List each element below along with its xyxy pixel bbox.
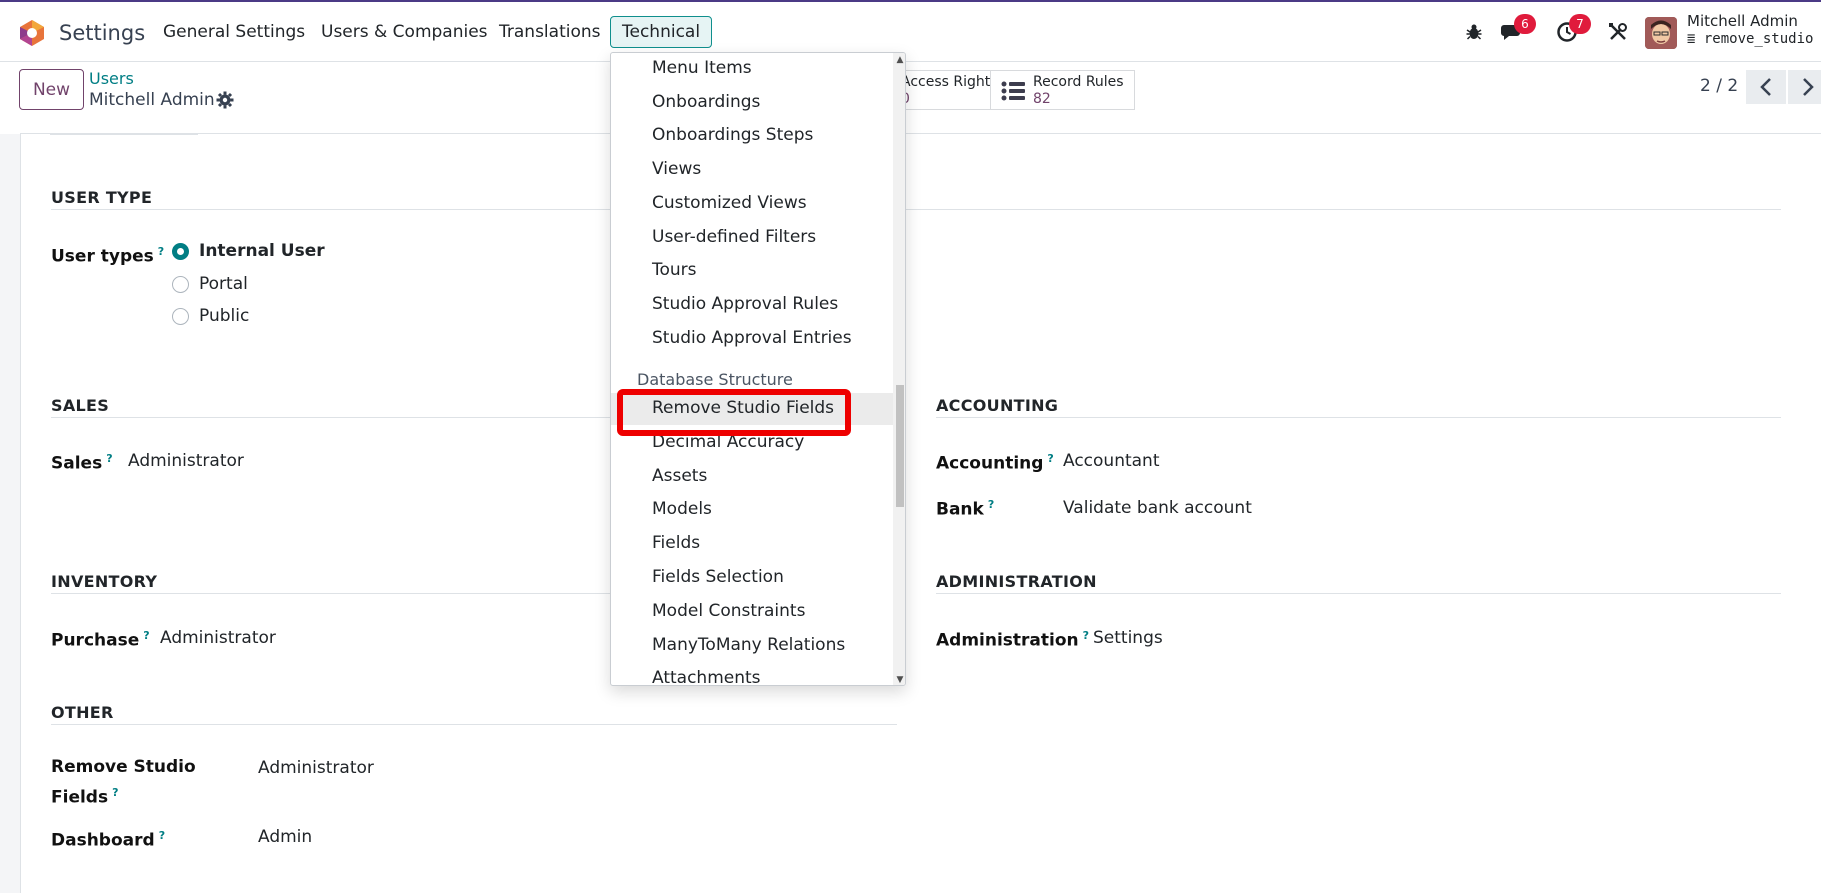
dropdown-scrollbar[interactable]: ▲ ▼ [893,53,905,685]
dropdown-item-assets[interactable]: Assets [611,461,893,493]
record-rules-count: 82 [1033,91,1051,107]
dropdown-item-model-constraints[interactable]: Model Constraints [611,596,893,628]
help-icon[interactable]: ? [106,452,112,465]
section-title-user-type: USER TYPE [51,188,153,207]
bug-icon[interactable] [1462,20,1486,44]
menu-users-companies[interactable]: Users & Companies [310,16,499,48]
field-label-remove-studio-fields: Remove Studio Fields? [51,757,196,808]
breadcrumb-users[interactable]: Users [89,69,134,88]
field-value-sales[interactable]: Administrator [128,451,244,471]
field-label-dashboard: Dashboard? [51,829,166,851]
dropdown-section-header: Database Structure [637,370,793,389]
dropdown-item-remove-studio-fields[interactable]: Remove Studio Fields [611,393,893,425]
pager-value[interactable]: 2 / 2 [1700,76,1738,96]
dropdown-item-tours[interactable]: Tours [611,255,893,287]
odoo-logo-icon[interactable] [18,19,46,47]
radio-internal-user[interactable]: Internal User [172,241,325,261]
radio-button[interactable] [172,307,189,325]
dropdown-item-views[interactable]: Views [611,154,893,186]
section-divider [936,593,1781,594]
menu-general-settings[interactable]: General Settings [152,16,316,48]
notebook-tab-indicator [50,133,198,135]
section-title-accounting: ACCOUNTING [936,396,1059,415]
clock-icon[interactable]: 7 [1555,14,1591,44]
field-label-administration: Administration? [936,629,1090,651]
radio-portal[interactable]: Portal [172,274,248,294]
access-rights-label: Access Rights [901,74,998,90]
radio-button[interactable] [172,275,189,293]
messages-badge: 6 [1514,14,1536,34]
dropdown-item-studio-approval-entries[interactable]: Studio Approval Entries [611,323,893,355]
field-value-dashboard[interactable]: Admin [258,827,312,847]
database-name: ≣ remove_studio [1687,31,1814,47]
scroll-down-icon[interactable]: ▼ [893,673,905,685]
dropdown-item-attachments[interactable]: Attachments [611,663,893,685]
dropdown-item-customized-views[interactable]: Customized Views [611,188,893,220]
dropdown-item-menu-items[interactable]: Menu Items [611,53,893,85]
dropdown-item-fields-selection[interactable]: Fields Selection [611,562,893,594]
breadcrumb-current: Mitchell Admin [89,90,215,110]
record-rules-button[interactable]: Record Rules 82 [990,70,1135,110]
help-icon[interactable]: ? [1047,452,1053,465]
user-name[interactable]: Mitchell Admin [1687,12,1798,30]
scrollbar-thumb[interactable] [896,385,904,507]
help-icon[interactable]: ? [988,498,994,511]
help-icon[interactable]: ? [158,245,164,258]
field-label-sales: Sales? [51,452,113,474]
field-label-bank: Bank? [936,498,995,520]
section-divider [51,209,1781,210]
field-label-accounting: Accounting? [936,452,1054,474]
dropdown-item-studio-approval-rules[interactable]: Studio Approval Rules [611,289,893,321]
pager-next-button[interactable] [1788,70,1821,104]
section-title-other: OTHER [51,703,114,722]
technical-dropdown-menu[interactable]: Menu Items Onboardings Onboardings Steps… [610,52,906,686]
control-panel: New Users Mitchell Admin Access Rights 0… [0,62,1821,134]
dropdown-item-decimal-accuracy[interactable]: Decimal Accuracy [611,427,893,459]
database-icon: ≣ [1687,31,1704,47]
field-value-remove-studio-fields[interactable]: Administrator [258,758,374,778]
chevron-right-icon [1803,78,1814,96]
section-title-administration: ADMINISTRATION [936,572,1097,591]
section-divider [51,724,897,725]
radio-label: Internal User [199,241,325,261]
help-icon[interactable]: ? [159,829,165,842]
section-title-inventory: INVENTORY [51,572,158,591]
menu-translations[interactable]: Translations [488,16,612,48]
dropdown-item-many2many-relations[interactable]: ManyToMany Relations [611,630,893,662]
scroll-up-icon[interactable]: ▲ [893,53,905,67]
radio-label: Public [199,306,250,326]
dropdown-item-onboardings-steps[interactable]: Onboardings Steps [611,120,893,152]
field-label-user-types: User types? [51,245,165,267]
dropdown-item-user-defined-filters[interactable]: User-defined Filters [611,222,893,254]
user-avatar[interactable] [1645,17,1677,49]
dropdown-item-models[interactable]: Models [611,494,893,526]
dropdown-item-fields[interactable]: Fields [611,528,893,560]
dropdown-item-onboardings[interactable]: Onboardings [611,87,893,119]
activities-badge: 7 [1569,14,1591,34]
section-divider [936,417,1781,418]
chevron-left-icon [1760,78,1771,96]
list-icon [1001,81,1025,101]
gear-icon[interactable] [216,91,234,109]
menu-technical[interactable]: Technical [610,16,713,48]
chat-icon[interactable]: 6 [1500,14,1536,44]
radio-button-checked[interactable] [172,242,189,260]
field-value-purchase[interactable]: Administrator [160,628,276,648]
help-icon[interactable]: ? [1083,629,1089,642]
new-button[interactable]: New [19,69,84,110]
section-title-sales: SALES [51,396,110,415]
field-value-accounting[interactable]: Accountant [1063,451,1160,471]
pager-previous-button[interactable] [1746,70,1786,104]
tools-icon[interactable] [1606,20,1630,44]
radio-public[interactable]: Public [172,306,249,326]
top-navbar: Settings General Settings Users & Compan… [0,0,1821,62]
help-icon[interactable]: ? [143,629,149,642]
help-icon[interactable]: ? [112,786,118,799]
field-label-purchase: Purchase? [51,629,150,651]
field-value-bank[interactable]: Validate bank account [1063,498,1252,518]
radio-label: Portal [199,274,248,294]
app-name[interactable]: Settings [59,21,145,45]
record-rules-label: Record Rules [1033,74,1124,90]
field-value-administration[interactable]: Settings [1093,628,1163,648]
